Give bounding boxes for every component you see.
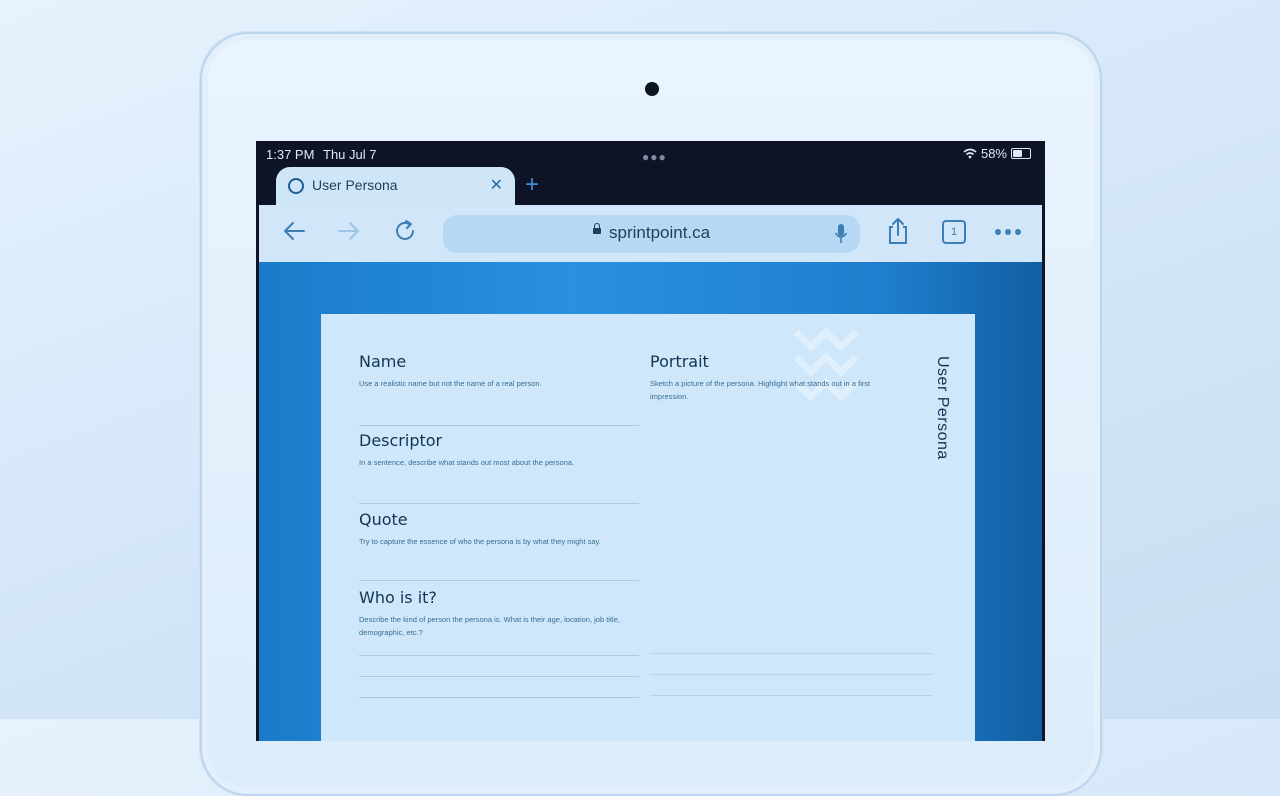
field-title: Quote: [359, 510, 408, 529]
field-description: Use a realistic name but not the name of…: [359, 379, 542, 388]
field-descriptor: Descriptor In a sentence, describe what …: [359, 431, 639, 469]
portrait-divider: [650, 695, 933, 696]
ipad-screen: 1:37 PM Thu Jul 7 ●●● 58% User Persona ✕…: [256, 141, 1045, 741]
field-description: Describe the kind of person the persona …: [359, 615, 620, 637]
portrait-divider: [650, 653, 933, 654]
field-divider: [359, 580, 639, 581]
field-title: Who is it?: [359, 588, 437, 607]
wifi-icon: [963, 148, 977, 159]
field-divider: [359, 676, 639, 677]
portrait-divider: [650, 674, 933, 675]
field-title: Portrait: [650, 352, 709, 371]
persona-sheet: Name Use a realistic name but not the na…: [321, 314, 975, 741]
close-tab-icon[interactable]: ✕: [490, 175, 503, 195]
tab-user-persona[interactable]: User Persona ✕: [276, 167, 515, 205]
battery-percent: 58%: [980, 146, 1007, 161]
new-tab-button[interactable]: +: [525, 173, 539, 197]
status-indicators: 58%: [963, 146, 1031, 161]
status-time: 1:37 PM: [266, 147, 315, 162]
tabs-overview-button[interactable]: 1: [942, 220, 966, 244]
field-description: In a sentence, describe what stands out …: [359, 458, 575, 467]
field-divider: [359, 655, 639, 656]
field-name: Name Use a realistic name but not the na…: [359, 352, 639, 390]
web-content: Name Use a realistic name but not the na…: [259, 262, 1042, 741]
battery-icon: [1011, 148, 1031, 159]
field-divider: [359, 697, 639, 698]
browser-toolbar: sprintpoint.ca 1: [259, 205, 1042, 262]
vertical-page-title: User Persona: [934, 356, 951, 460]
microphone-icon[interactable]: [834, 223, 848, 245]
field-title: Name: [359, 352, 407, 371]
field-description: Sketch a picture of the persona. Highlig…: [650, 379, 871, 401]
address-bar[interactable]: sprintpoint.ca: [443, 215, 860, 253]
field-title: Descriptor: [359, 431, 443, 450]
field-portrait: Portrait Sketch a picture of the persona…: [650, 352, 910, 403]
field-divider: [359, 503, 639, 504]
more-options-icon[interactable]: [994, 228, 1024, 236]
field-divider: [359, 425, 639, 426]
url-text: sprintpoint.ca: [609, 223, 711, 242]
lock-icon: [593, 223, 601, 234]
status-date: Thu Jul 7: [323, 147, 377, 162]
field-who-is-it: Who is it? Describe the kind of person t…: [359, 588, 639, 639]
field-quote: Quote Try to capture the essence of who …: [359, 510, 639, 548]
tab-title: User Persona: [312, 177, 398, 193]
front-camera: [645, 82, 659, 96]
forward-arrow-icon[interactable]: [335, 217, 363, 245]
share-icon[interactable]: [885, 217, 911, 245]
loading-spinner-icon: [288, 178, 304, 194]
reload-icon[interactable]: [391, 217, 419, 245]
field-description: Try to capture the essence of who the pe…: [359, 537, 601, 546]
multitasking-dots[interactable]: ●●●: [642, 150, 667, 164]
back-arrow-icon[interactable]: [280, 217, 308, 245]
